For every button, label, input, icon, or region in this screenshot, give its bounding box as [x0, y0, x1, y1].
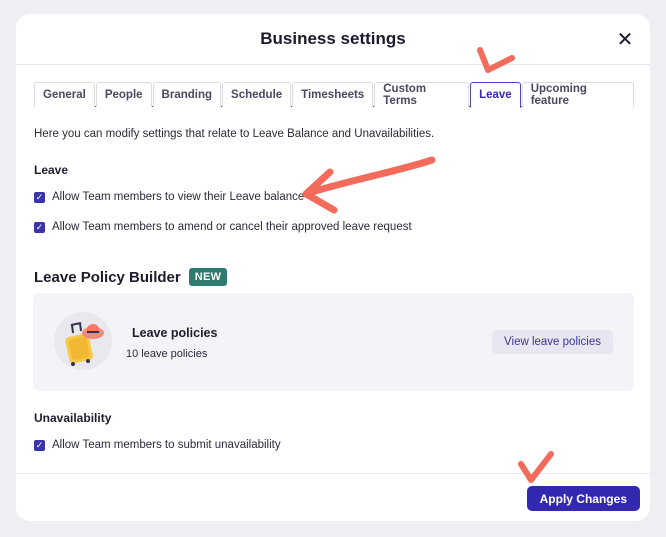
tab-general[interactable]: General [34, 82, 95, 107]
view-balance-checkbox[interactable]: ✓ [34, 191, 45, 203]
amend-request-label: Allow Team members to amend or cancel th… [52, 221, 412, 233]
header-divider [16, 64, 650, 65]
unavailability-heading: Unavailability [34, 411, 112, 425]
leave-option-view-balance: ✓ Allow Team members to view their Leave… [34, 191, 304, 203]
policy-builder-heading: Leave Policy Builder [34, 268, 181, 286]
policy-builder-title: Leave Policy Builder NEW [34, 268, 228, 286]
tab-custom-terms[interactable]: Custom Terms [374, 82, 470, 107]
leave-option-amend-request: ✓ Allow Team members to amend or cancel … [34, 221, 412, 233]
suitcase-icon [54, 312, 112, 370]
close-icon[interactable]: ✕ [614, 28, 636, 51]
intro-text: Here you can modify settings that relate… [34, 128, 435, 140]
tab-schedule[interactable]: Schedule [222, 82, 292, 107]
view-leave-policies-button[interactable]: View leave policies [492, 330, 613, 354]
new-badge: NEW [188, 268, 228, 286]
tab-timesheets[interactable]: Timesheets [292, 82, 374, 107]
tab-upcoming-feature[interactable]: Upcoming feature [521, 82, 634, 107]
tab-people[interactable]: People [95, 82, 152, 107]
unavailability-option-submit: ✓ Allow Team members to submit unavailab… [34, 439, 281, 451]
tab-branding[interactable]: Branding [152, 82, 222, 107]
leave-policies-title: Leave policies [132, 326, 218, 340]
apply-changes-button[interactable]: Apply Changes [526, 486, 640, 511]
amend-request-checkbox[interactable]: ✓ [34, 221, 45, 233]
settings-tabs: General People Branding Schedule Timeshe… [34, 82, 634, 108]
leave-policies-card: Leave policies 10 leave policies View le… [33, 293, 634, 391]
submit-unavailability-label: Allow Team members to submit unavailabil… [52, 439, 281, 451]
leave-policies-count: 10 leave policies [126, 348, 208, 360]
view-balance-label: Allow Team members to view their Leave b… [52, 191, 305, 203]
business-settings-modal: Business settings ✕ General People Brand… [16, 14, 650, 521]
submit-unavailability-checkbox[interactable]: ✓ [34, 439, 45, 451]
leave-heading: Leave [34, 163, 69, 177]
footer-divider [16, 473, 650, 474]
modal-title: Business settings [260, 29, 406, 48]
tab-leave[interactable]: Leave [470, 82, 521, 108]
